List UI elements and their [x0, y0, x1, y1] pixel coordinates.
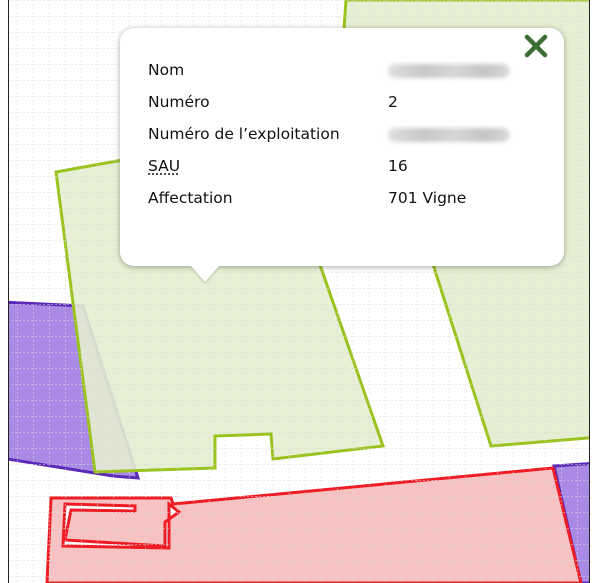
attribute-table: Nom Numéro 2 Numéro de l’exploitation SA… [148, 54, 510, 214]
close-icon [524, 34, 548, 58]
attribute-value: 16 [388, 157, 408, 175]
feature-info-popup: Nom Numéro 2 Numéro de l’exploitation SA… [120, 28, 564, 282]
redacted-value [388, 63, 510, 78]
popup-pointer [191, 266, 219, 282]
sau-abbreviation[interactable]: SAU [148, 157, 180, 175]
attribute-value: 2 [388, 93, 398, 111]
redacted-value [388, 127, 510, 142]
attribute-key: Nom [148, 61, 185, 79]
attribute-value: 701 Vigne [388, 189, 467, 207]
attribute-row: Nom [148, 54, 510, 86]
attribute-row: Numéro de l’exploitation [148, 118, 510, 150]
attribute-row: Affectation 701 Vigne [148, 182, 510, 214]
close-button[interactable] [522, 32, 550, 60]
attribute-row: Numéro 2 [148, 86, 510, 118]
map-view[interactable]: Nom Numéro 2 Numéro de l’exploitation SA… [8, 0, 590, 583]
attribute-key: Numéro de l’exploitation [148, 125, 340, 143]
attribute-key: Numéro [148, 93, 210, 111]
attribute-row: SAU 16 [148, 150, 510, 182]
attribute-value [388, 118, 510, 150]
attribute-key: SAU [148, 150, 388, 182]
attribute-key: Affectation [148, 189, 233, 207]
attribute-value [388, 54, 510, 86]
